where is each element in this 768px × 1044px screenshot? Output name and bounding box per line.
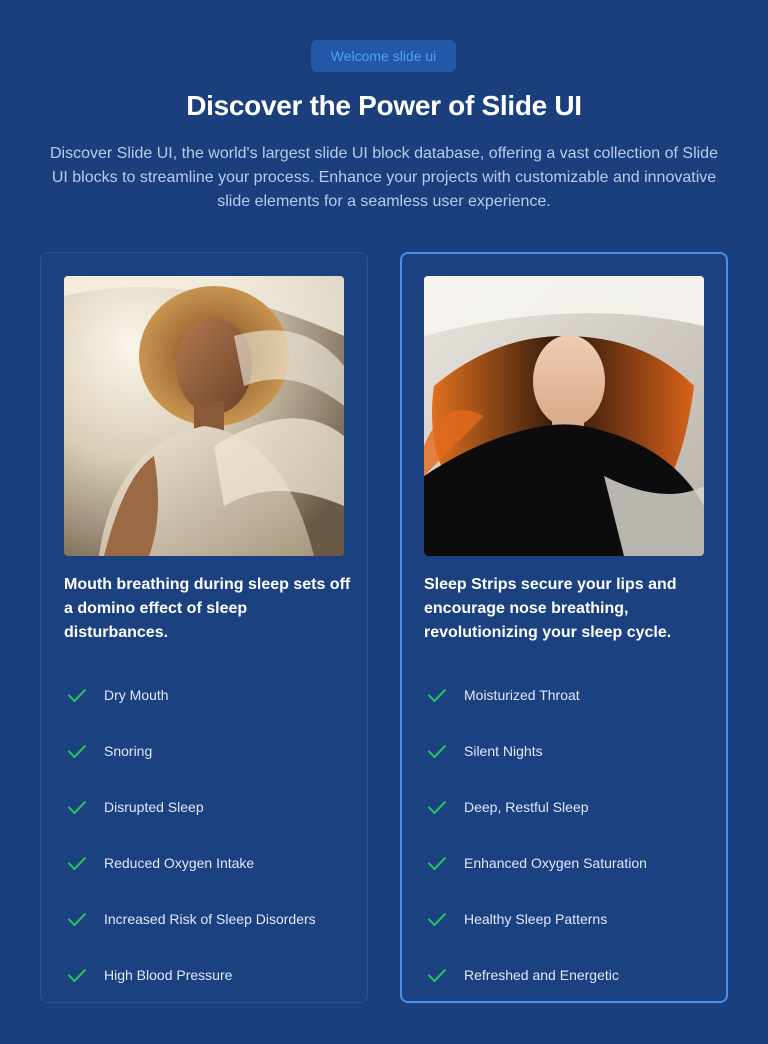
- list-item-label: Refreshed and Energetic: [464, 967, 619, 983]
- list-item: Moisturized Throat: [424, 667, 714, 723]
- list-item-label: Moisturized Throat: [464, 687, 580, 703]
- portrait-photo: [64, 276, 344, 556]
- check-icon: [428, 857, 446, 870]
- list-item-label: Dry Mouth: [104, 687, 169, 703]
- check-icon: [68, 801, 86, 814]
- list-item: Disrupted Sleep: [64, 779, 354, 835]
- problem-list: Dry Mouth Snoring Disrupted Sleep Reduce…: [64, 667, 354, 1003]
- list-item: Snoring: [64, 723, 354, 779]
- solution-heading: Sleep Strips secure your lips and encour…: [424, 576, 677, 641]
- list-item-label: Enhanced Oxygen Saturation: [464, 855, 647, 871]
- list-item: Reduced Oxygen Intake: [64, 835, 354, 891]
- solution-list: Moisturized Throat Silent Nights Deep, R…: [424, 667, 714, 1003]
- list-item: Increased Risk of Sleep Disorders: [64, 891, 354, 947]
- list-item-label: Disrupted Sleep: [104, 799, 204, 815]
- list-item-label: Snoring: [104, 743, 153, 759]
- list-item-label: Healthy Sleep Patterns: [464, 911, 608, 927]
- check-icon: [428, 689, 446, 702]
- list-item-label: Increased Risk of Sleep Disorders: [104, 911, 316, 927]
- list-item-label: Reduced Oxygen Intake: [104, 855, 255, 871]
- check-icon: [428, 745, 446, 758]
- check-icon: [68, 969, 86, 982]
- list-item-label: High Blood Pressure: [104, 967, 233, 983]
- check-icon: [68, 689, 86, 702]
- list-item: High Blood Pressure: [64, 947, 354, 1003]
- list-item: Deep, Restful Sleep: [424, 779, 714, 835]
- check-icon: [428, 913, 446, 926]
- list-item: Dry Mouth: [64, 667, 354, 723]
- portrait-photo: [424, 276, 704, 556]
- problem-card: Mouth breathing during sleep sets off a …: [40, 252, 368, 1003]
- page-subtitle: Discover Slide UI, the world's largest s…: [50, 145, 718, 210]
- list-item: Enhanced Oxygen Saturation: [424, 835, 714, 891]
- list-item-label: Silent Nights: [464, 743, 543, 759]
- list-item: Healthy Sleep Patterns: [424, 891, 714, 947]
- problem-heading: Mouth breathing during sleep sets off a …: [64, 576, 351, 641]
- list-item: Refreshed and Energetic: [424, 947, 714, 1003]
- check-icon: [68, 857, 86, 870]
- list-item-label: Deep, Restful Sleep: [464, 799, 589, 815]
- page-title: Discover the Power of Slide UI: [186, 90, 582, 121]
- page: Welcome slide ui Discover the Power of S…: [0, 0, 768, 1044]
- check-icon: [68, 745, 86, 758]
- list-item: Silent Nights: [424, 723, 714, 779]
- check-icon: [428, 969, 446, 982]
- welcome-badge[interactable]: Welcome slide ui: [311, 40, 456, 72]
- check-icon: [428, 801, 446, 814]
- solution-card: Sleep Strips secure your lips and encour…: [400, 252, 728, 1003]
- check-icon: [68, 913, 86, 926]
